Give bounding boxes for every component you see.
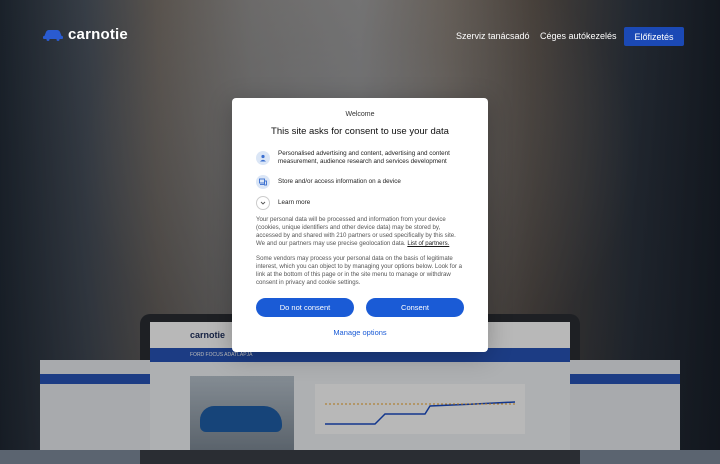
chevron-down-icon (256, 196, 270, 210)
consent-paragraph-2: Some vendors may process your personal d… (256, 255, 462, 286)
consent-button[interactable]: Consent (366, 298, 464, 317)
person-icon (256, 150, 270, 165)
manage-options-link[interactable]: Manage options (232, 328, 488, 337)
consent-dialog: Welcome This site asks for consent to us… (232, 98, 488, 352)
dialog-welcome: Welcome (345, 111, 375, 118)
purpose-text: Personalised advertising and content, ad… (278, 150, 450, 165)
device-icon (256, 175, 270, 189)
site-logo[interactable]: carnotie (42, 26, 128, 43)
car-logo-icon (42, 28, 64, 41)
purpose-item-personalised: Personalised advertising and content, ad… (256, 150, 468, 165)
purpose-item-device: Store and/or access information on a dev… (256, 175, 468, 189)
partners-link[interactable]: List of partners. (407, 240, 449, 247)
site-header: carnotie Szerviz tanácsadó Céges autókez… (0, 0, 720, 72)
brand-name: carnotie (68, 26, 128, 43)
learn-more-label: Learn more (278, 199, 311, 207)
nav-link-service-advisor[interactable]: Szerviz tanácsadó (456, 31, 530, 41)
dialog-title: This site asks for consent to use your d… (271, 126, 449, 137)
subscribe-button[interactable]: Előfizetés (624, 27, 684, 46)
consent-paragraph-1: Your personal data will be processed and… (256, 216, 464, 248)
do-not-consent-button[interactable]: Do not consent (256, 298, 354, 317)
nav-link-fleet-management[interactable]: Céges autókezelés (540, 31, 617, 41)
purpose-text: Store and/or access information on a dev… (278, 178, 401, 186)
learn-more-toggle[interactable]: Learn more (256, 196, 468, 210)
